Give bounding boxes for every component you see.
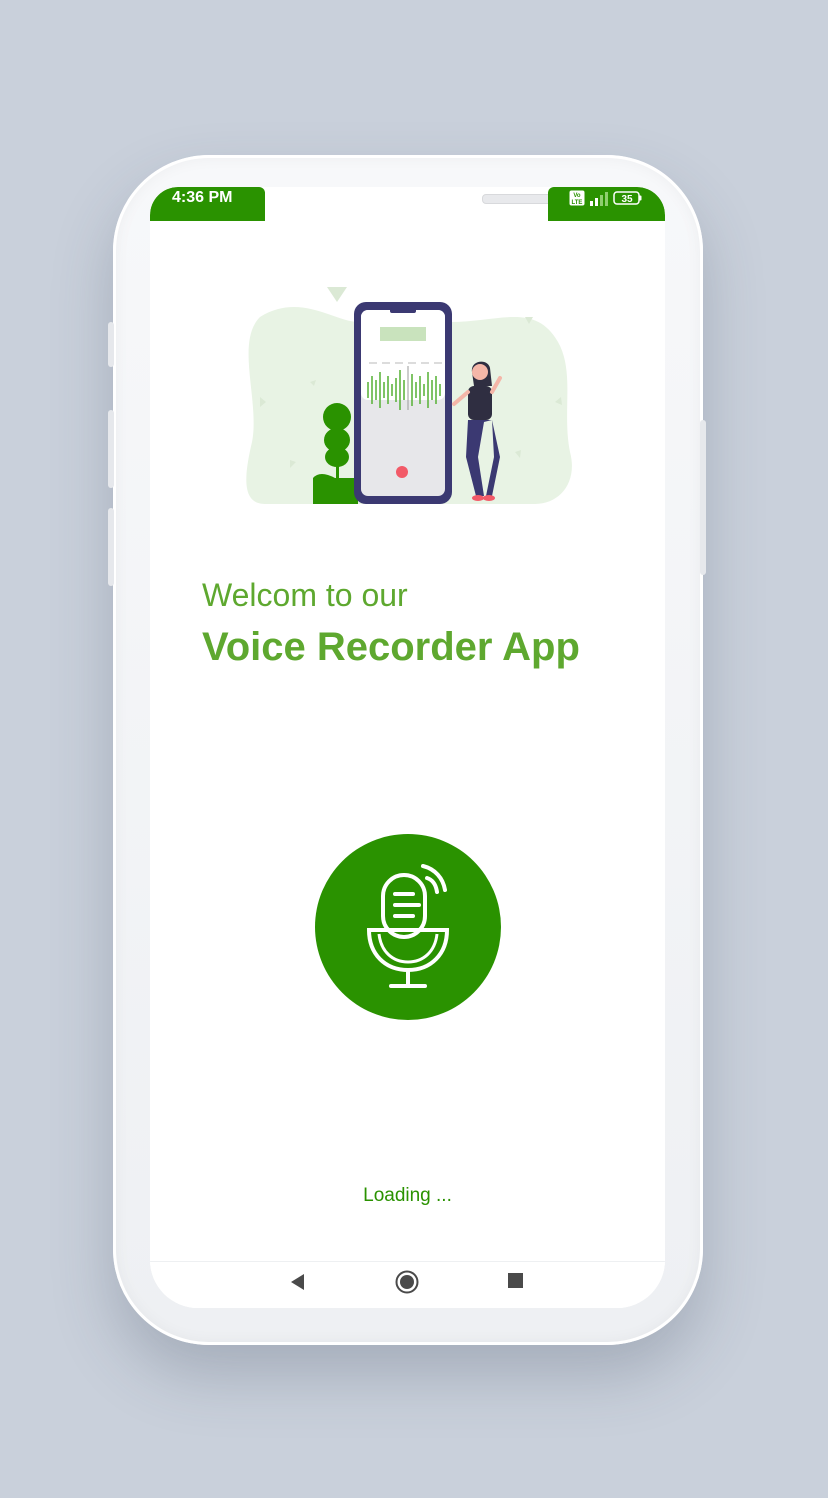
nav-back-button[interactable]	[288, 1272, 308, 1297]
volte-icon: Vo LTE	[569, 190, 585, 206]
recents-square-icon	[508, 1273, 523, 1288]
app-screen: 4:36 PM Vo LTE 35 Welcom to our Voice Re…	[150, 187, 665, 1308]
woman-torso	[468, 386, 492, 420]
status-bar-left: 4:36 PM	[150, 187, 265, 221]
nav-home-button[interactable]	[395, 1270, 419, 1299]
illustration-record-dot	[396, 466, 408, 478]
svg-text:LTE: LTE	[572, 200, 583, 206]
illustration-label-bar	[380, 327, 426, 341]
plant-pot	[313, 478, 358, 504]
app-title: Voice Recorder App	[202, 625, 580, 669]
woman-shoe	[472, 495, 484, 501]
phone-power-button	[700, 420, 706, 575]
loading-text: Loading ...	[363, 1185, 452, 1206]
plant-leaf	[325, 447, 349, 467]
woman-head	[472, 364, 488, 380]
back-triangle-icon	[291, 1274, 304, 1290]
decor-triangle	[327, 287, 347, 302]
voice-recording-illustration	[246, 287, 572, 504]
signal-icon	[590, 192, 608, 206]
microphone-icon	[366, 864, 450, 988]
microphone-button[interactable]	[315, 834, 501, 1020]
phone-volume-down-button	[108, 508, 114, 586]
battery-icon: 35	[613, 191, 642, 205]
welcome-line: Welcom to our	[202, 577, 408, 613]
navigation-bar	[150, 1261, 665, 1308]
status-bar-right: Vo LTE 35	[548, 187, 665, 221]
home-circle-icon	[395, 1270, 419, 1294]
illustration-phone-notch	[390, 308, 416, 313]
phone-volume-up-button	[108, 410, 114, 488]
battery-level: 35	[621, 194, 633, 205]
nav-recents-button[interactable]	[507, 1272, 525, 1295]
notch	[265, 187, 564, 228]
plant-leaf	[323, 403, 351, 431]
woman-shoe	[483, 495, 495, 501]
svg-text:Vo: Vo	[573, 193, 581, 199]
status-time: 4:36 PM	[172, 189, 233, 206]
phone-side-button	[108, 322, 114, 367]
